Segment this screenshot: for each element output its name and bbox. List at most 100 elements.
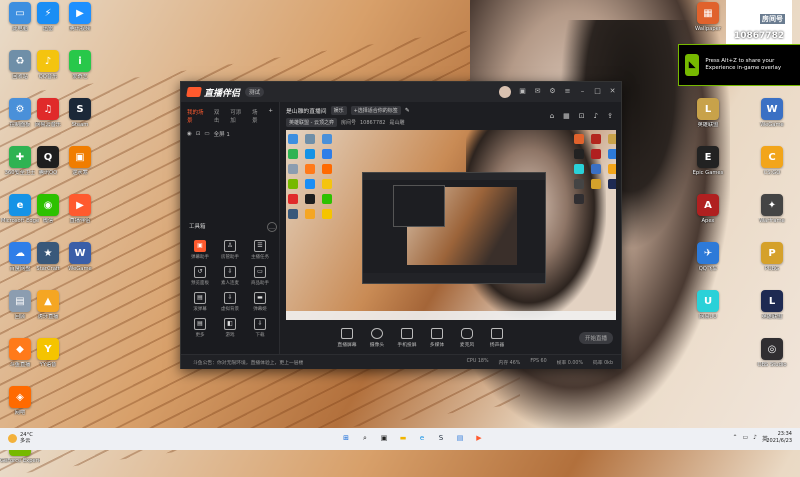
desktop-icon[interactable]: ◈ 网吧 (0, 386, 40, 416)
store-icon[interactable]: ▤ (454, 432, 466, 444)
tool-item[interactable]: ⇩ 虚拟背景 (215, 292, 245, 312)
desktop-icon[interactable]: L 英雄联盟 (688, 98, 728, 128)
edge-taskbar-icon[interactable]: e (416, 432, 428, 444)
tool-item[interactable]: ⇩ 素人连麦 (215, 266, 245, 286)
desktop-icon[interactable]: ▦ Wallpaper (688, 2, 728, 32)
live-companion-taskbar-icon[interactable]: ▶ (473, 432, 485, 444)
lock2-icon[interactable]: ⊡ (579, 112, 585, 120)
minimize-icon[interactable]: – (578, 86, 587, 95)
tools-header: 工具箱 (189, 224, 206, 230)
streamer-name: 是山雕 (389, 120, 405, 126)
desktop-icon[interactable]: C CS:GO (752, 146, 792, 176)
bell-icon[interactable]: ♪ (594, 112, 598, 120)
desktop-icon[interactable]: E Epic Games (688, 146, 728, 176)
wallpaper-icon: ▦ (697, 2, 719, 24)
eye-icon[interactable]: ◉ (187, 131, 192, 137)
nvidia-icon: ◣ (685, 54, 700, 76)
tool-icon: ▣ (194, 240, 206, 252)
tool-icon: ▤ (194, 318, 206, 330)
desktop-icon[interactable]: ▣ 逆水寒 (60, 146, 100, 176)
tool-item[interactable]: ♙ 房管助手 (215, 240, 245, 260)
desktop-icon[interactable]: ✦ Warframe (752, 194, 792, 224)
desktop-icon[interactable]: W WeGame (752, 98, 792, 128)
window-titlebar[interactable]: 直播伴侣 测试 ▣ ✉ ⚙ ≡ – □ ✕ (181, 82, 621, 102)
desktop-icon[interactable]: ▶ 直播伴侣 (60, 194, 100, 224)
media-button[interactable]: 多媒体 (422, 328, 452, 348)
scene-sidebar: 我的场景 双击 可添加 场景 + ◉ ⊡ ▭ 全屏 1 工具箱 … ▣ 弹幕助手 ♙… (181, 102, 280, 368)
tool-item[interactable]: ▭ 商品助手 (245, 266, 275, 286)
network-icon[interactable]: ▭ (742, 434, 748, 443)
task-view-icon[interactable]: ▣ (378, 432, 390, 444)
settings-icon[interactable]: ⚙ (548, 86, 557, 95)
tool-item[interactable]: ⇩ 下载 (245, 318, 275, 338)
file-explorer-icon[interactable]: ▬ (397, 432, 409, 444)
desktop-icon[interactable]: i 爱奇艺 (60, 50, 100, 80)
tool-label: 主播任务 (251, 255, 269, 260)
steam-taskbar-icon[interactable]: S (435, 432, 447, 444)
tray-chevron-icon[interactable]: ⌃ (732, 434, 737, 443)
search-icon[interactable]: ⌕ (359, 432, 371, 444)
skin-icon[interactable]: ▣ (518, 86, 527, 95)
tool-item[interactable]: ↺ 预览面板 (185, 266, 215, 286)
desktop-icon[interactable]: Y YY语音 (28, 338, 68, 368)
grid-icon[interactable]: ▦ (563, 112, 570, 120)
shop-icon[interactable]: ⌂ (550, 112, 554, 120)
version-pill[interactable]: 测试 (245, 87, 265, 97)
screen-source-button[interactable]: 直播屏幕 (332, 328, 362, 348)
nvidia-overlay-toast[interactable]: ◣ Press Alt+Z to share your Experience i… (678, 44, 800, 86)
desktop-icon[interactable]: W WeGame (60, 242, 100, 272)
scene-item[interactable]: ◉ ⊡ ▭ 全屏 1 (181, 126, 279, 142)
stream-preview[interactable] (286, 130, 616, 320)
desktop-icon[interactable]: ▲ 虎牙直播 (28, 290, 68, 320)
desktop-icon[interactable]: ✈ QQ飞车 (688, 242, 728, 272)
app-brand: 直播伴侣 (186, 86, 240, 99)
tool-item[interactable]: ▤ 滚弹幕 (185, 292, 215, 312)
tool-item[interactable]: ▣ 弹幕助手 (185, 240, 215, 260)
desktop-icon[interactable]: ◎ OBS Studio (752, 338, 792, 368)
room-title[interactable]: 是山雕的直播间 (286, 106, 327, 115)
game-chip[interactable]: 英雄联盟 - 云顶之弈 (286, 118, 337, 127)
desktop-icon[interactable]: A Apex (688, 194, 728, 224)
tools-more-icon[interactable]: … (267, 222, 277, 232)
desktop-icon[interactable]: U 网易UU (688, 290, 728, 320)
message-icon[interactable]: ✉ (533, 86, 542, 95)
tool-item[interactable]: ◧ 游戏 (215, 318, 245, 338)
tab-4[interactable]: 场景 (252, 108, 262, 124)
share-icon[interactable]: ⇪ (607, 112, 613, 120)
steam-icon: S (69, 98, 91, 120)
start-live-button[interactable]: 开始直播 (579, 332, 613, 344)
desktop-icon[interactable]: ▶ 腾讯视频 (60, 2, 100, 32)
tool-item[interactable]: ☰ 主播任务 (245, 240, 275, 260)
maximize-icon[interactable]: □ (593, 86, 602, 95)
desktop-icon-label: OBS Studio (757, 362, 787, 368)
tool-icon: ⇩ (224, 292, 236, 304)
weather-widget[interactable]: 24°C 多云 (8, 432, 33, 444)
start-icon[interactable]: ⊞ (340, 432, 352, 444)
preview-mini-icon (288, 164, 298, 174)
tool-icon: ▬ (254, 292, 266, 304)
avatar[interactable] (499, 86, 511, 98)
close-icon[interactable]: ✕ (608, 86, 617, 95)
tool-item[interactable]: ▬ 弹幕姬 (245, 292, 275, 312)
add-scene-icon[interactable]: + (268, 108, 273, 124)
speaker-button[interactable]: 扬声器 (482, 328, 512, 348)
tag-chip[interactable]: +选择适合你的标签 (350, 106, 401, 115)
microphone-button[interactable]: 麦克风 (452, 328, 482, 348)
volume-icon[interactable]: ♪ (753, 434, 757, 443)
edit-icon[interactable]: ✎ (405, 108, 410, 114)
tab-3[interactable]: 可添加 (230, 108, 246, 124)
tab-2[interactable]: 双击 (214, 108, 224, 124)
phone-cast-button[interactable]: 手机投屏 (392, 328, 422, 348)
category-chip[interactable]: 娱乐 (330, 106, 347, 115)
preview-mini-icon (591, 149, 601, 159)
menu-icon[interactable]: ≡ (563, 86, 572, 95)
tool-item[interactable]: ▤ 更多 (185, 318, 215, 338)
desktop-icon[interactable]: S Steam (60, 98, 100, 128)
lock-icon[interactable]: ⊡ (196, 131, 201, 137)
clock[interactable]: 23:34 2021/6/23 (766, 431, 792, 445)
preview-mini-icon (305, 179, 315, 189)
desktop-icon[interactable]: P PUBG (752, 242, 792, 272)
tab-my-scenes[interactable]: 我的场景 (187, 108, 208, 124)
desktop-icon[interactable]: L 英雄联盟 (752, 290, 792, 320)
camera-button[interactable]: 摄像头 (362, 328, 392, 348)
